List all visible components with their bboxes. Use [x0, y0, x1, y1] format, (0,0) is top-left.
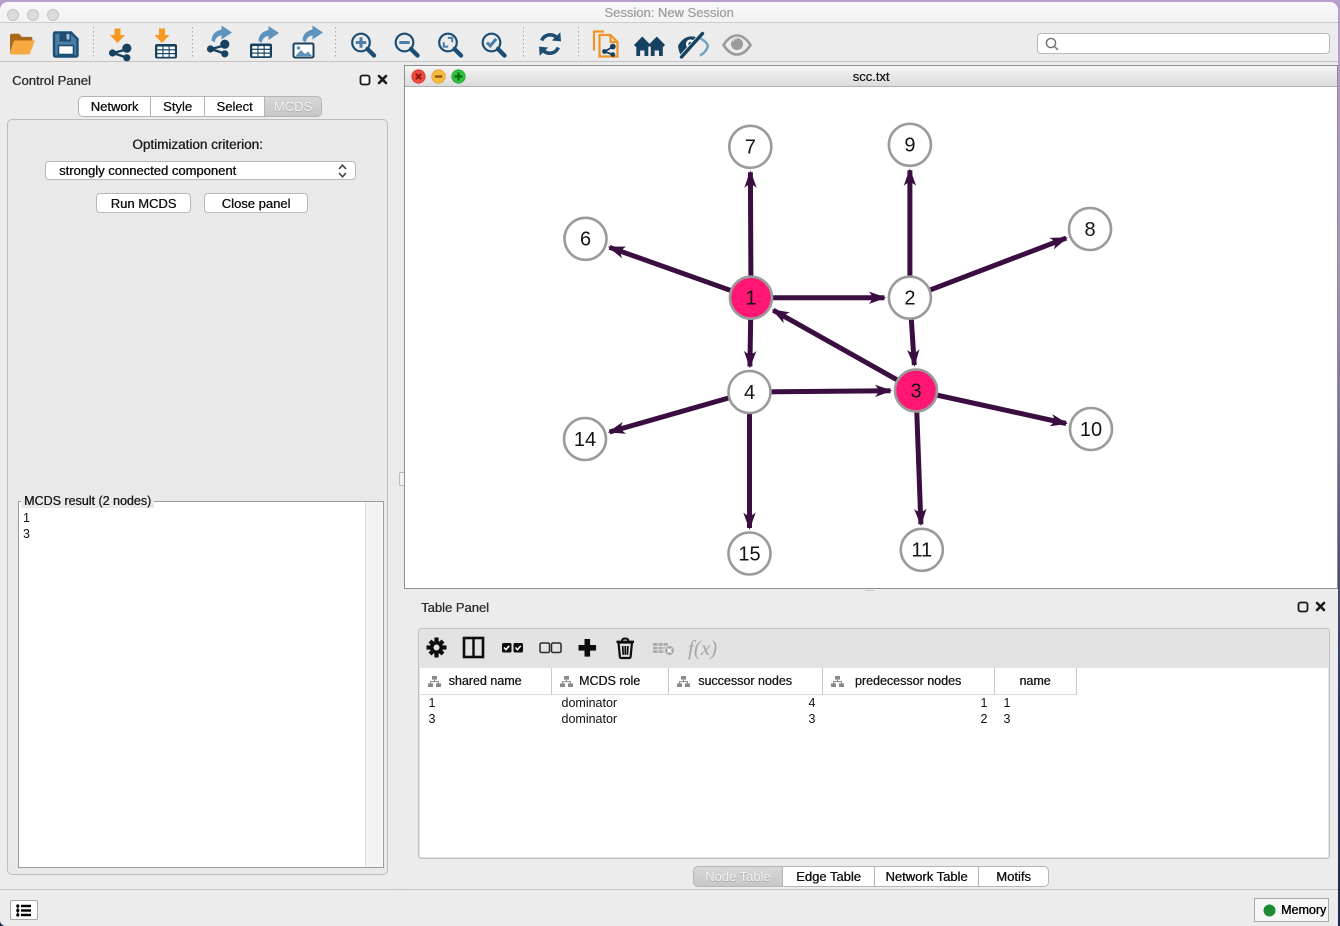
- svg-text:8: 8: [1084, 219, 1095, 241]
- svg-text:11: 11: [911, 540, 932, 562]
- svg-text:6: 6: [580, 229, 591, 251]
- svg-text:10: 10: [1080, 419, 1102, 441]
- svg-text:1: 1: [745, 288, 756, 310]
- svg-text:15: 15: [738, 543, 760, 565]
- svg-text:9: 9: [904, 135, 915, 157]
- svg-text:2: 2: [904, 288, 915, 310]
- svg-text:f(x): f(x): [688, 636, 717, 660]
- svg-text:4: 4: [744, 382, 755, 404]
- svg-text:14: 14: [574, 429, 596, 451]
- svg-text:7: 7: [745, 137, 756, 159]
- svg-text:3: 3: [910, 380, 921, 402]
